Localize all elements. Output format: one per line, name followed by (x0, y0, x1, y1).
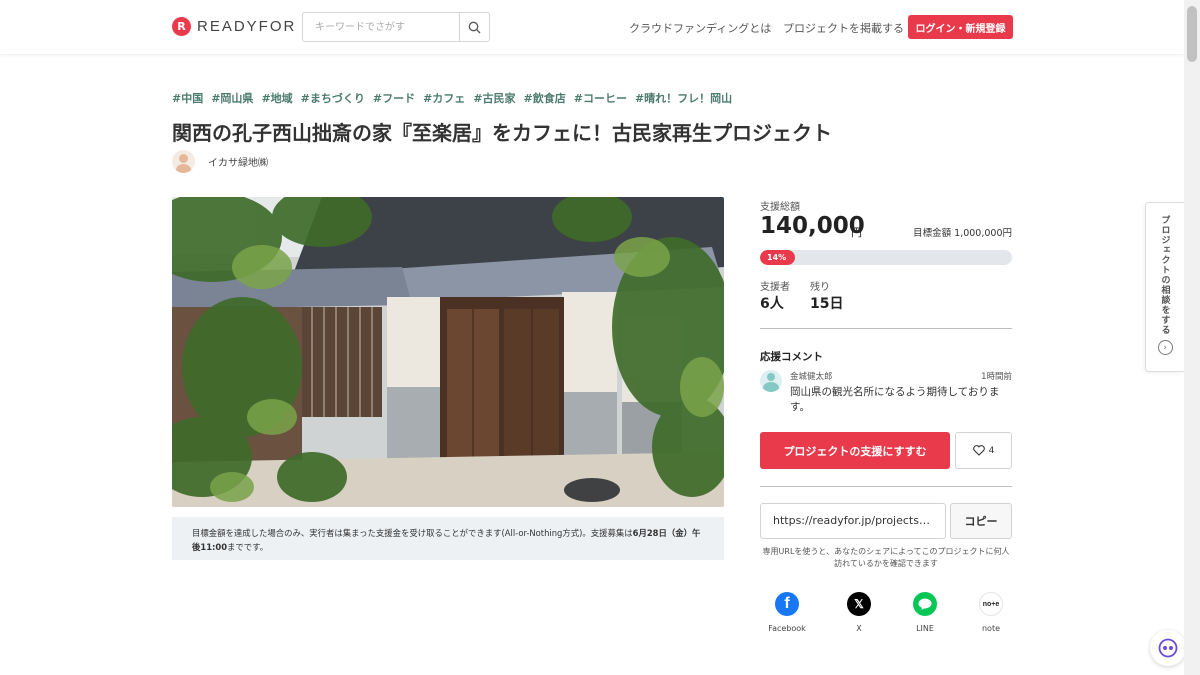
project-tag[interactable]: #中国 (172, 90, 203, 106)
comment-author[interactable]: 金城健太郎 (790, 370, 833, 382)
comment-avatar (760, 370, 782, 392)
project-tag[interactable]: #古民家 (473, 90, 515, 106)
tag-list: #中国 #岡山県 #地域 #まちづくり #フード #カフェ #古民家 #飲食店 #コーヒー #晴れ… (172, 90, 732, 106)
project-main-image (172, 197, 724, 507)
logo-text: READYFOR (197, 18, 297, 35)
notice-text: 目標金額を達成した場合のみ、実行者は集まった支援金を受け取ることができます(Al… (192, 528, 633, 538)
support-project-button[interactable]: プロジェクトの支援にすすむ (760, 432, 950, 469)
comment-body: 岡山県の観光名所になるよう期待しております。 (790, 386, 1000, 413)
nav-post-project[interactable]: プロジェクトを掲載する (783, 20, 904, 36)
supporters-label: 支援者 (760, 282, 790, 293)
project-tag[interactable]: #晴れ！フレ！岡山 (635, 90, 732, 106)
project-tag[interactable]: #フード (373, 90, 415, 106)
share-x[interactable]: 𝕏 X (833, 592, 885, 633)
share-note-label: note (981, 624, 1001, 633)
side-tab-label: プロジェクトの相談をする (1159, 215, 1170, 335)
chat-bot-icon (1158, 638, 1178, 658)
share-facebook-label: Facebook (768, 624, 806, 633)
readyfor-logo[interactable]: R READYFOR (172, 17, 296, 36)
logo-mark-icon: R (172, 17, 191, 36)
login-register-button[interactable]: ログイン・新規登録 (908, 15, 1013, 39)
share-note[interactable]: no+e note (965, 592, 1017, 633)
note-icon: no+e (979, 592, 1003, 616)
project-tag[interactable]: #地域 (261, 90, 292, 106)
facebook-icon: f (775, 592, 799, 616)
x-icon: 𝕏 (847, 592, 871, 616)
scrollbar-thumb[interactable] (1187, 6, 1197, 62)
owner-avatar (172, 150, 195, 173)
total-support-label: 支援総額 (760, 202, 800, 213)
share-url-help: 専用URLを使うと、あなたのシェアによってこのプロジェクトに何人訪れているかを確… (762, 547, 1010, 568)
search-icon (468, 21, 481, 33)
divider (760, 328, 1012, 329)
page-title: 関西の孔子西山拙斎の家『至楽居』をカフェに！古民家再生プロジェクト (172, 121, 832, 145)
total-support-amount: 140,000 (760, 213, 865, 239)
project-tag[interactable]: #飲食店 (524, 90, 566, 106)
remaining-days: 15日 (810, 296, 844, 312)
all-or-nothing-notice: 目標金額を達成した場合のみ、実行者は集まった支援金を受け取ることができます(Al… (172, 517, 724, 560)
goal-amount: 目標金額 1,000,000円 (913, 228, 1012, 239)
chevron-right-icon: › (1157, 340, 1173, 355)
search-input[interactable] (303, 13, 459, 41)
project-tag[interactable]: #岡山県 (211, 90, 253, 106)
favorite-count: 4 (988, 445, 995, 456)
share-facebook[interactable]: f Facebook (761, 592, 813, 633)
nav-about-crowdfunding[interactable]: クラウドファンディングとは (629, 20, 771, 36)
project-tag[interactable]: #コーヒー (574, 90, 627, 106)
notice-suffix: までです。 (227, 542, 269, 552)
line-icon (913, 592, 937, 616)
progress-label: 14% (767, 253, 787, 262)
share-line[interactable]: LINE (899, 592, 951, 633)
heart-icon (972, 445, 985, 456)
share-url-field[interactable]: https://readyfor.jp/projects/... (760, 503, 946, 539)
project-tag[interactable]: #まちづくり (301, 90, 365, 106)
divider (760, 486, 1012, 487)
search-button[interactable] (459, 13, 489, 41)
search-box (302, 12, 490, 42)
share-x-label: X (856, 624, 862, 633)
total-support-unit: 円 (851, 226, 862, 239)
project-tag[interactable]: #カフェ (423, 90, 465, 106)
remaining-label: 残り (810, 282, 830, 293)
site-header: R READYFOR クラウドファンディングとは プロジェクトを掲載する ログイ… (0, 0, 1184, 54)
support-comments-title: 応援コメント (760, 351, 823, 363)
owner-name: イカサ緑地㈱ (208, 158, 268, 169)
favorite-button[interactable]: 4 (955, 432, 1012, 469)
funding-progress-bar: 14% (760, 250, 1012, 265)
progress-fill: 14% (760, 250, 796, 265)
chat-support-button[interactable] (1150, 630, 1186, 666)
copy-url-button[interactable]: コピー (950, 503, 1012, 539)
comment-time: 1時間前 (981, 372, 1012, 382)
project-consult-side-tab[interactable]: プロジェクトの相談をする › (1145, 202, 1184, 372)
project-owner[interactable]: イカサ緑地㈱ (172, 150, 268, 173)
page-scrollbar[interactable] (1184, 0, 1200, 675)
share-line-label: LINE (916, 624, 934, 633)
supporters-count: 6人 (760, 296, 784, 312)
